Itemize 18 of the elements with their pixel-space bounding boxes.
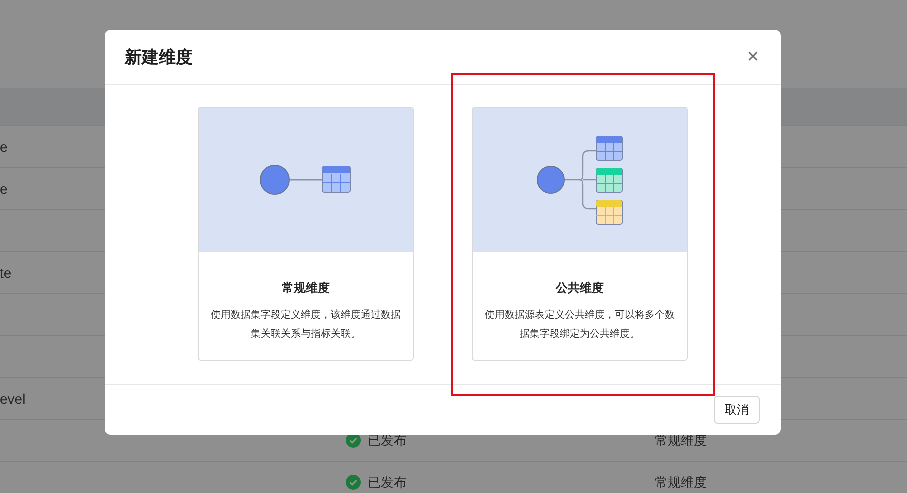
dialog-title: 新建维度 (125, 46, 193, 68)
close-button[interactable]: × (745, 47, 761, 67)
card-description: 使用数据集字段定义维度，该维度通过数据集关联关系与指标关联。 (210, 308, 402, 342)
option-card[interactable]: 公共维度 使用数据源表定义公共维度，可以将多个数据集字段绑定为公共维度。 (472, 107, 688, 361)
table-cell: e (0, 180, 8, 196)
card-title: 常规维度 (281, 280, 331, 297)
table-cell: e (0, 138, 8, 154)
table-cell: te (0, 264, 12, 280)
card-description: 使用数据源表定义公共维度，可以将多个数据集字段绑定为公共维度。 (484, 308, 676, 342)
table-cell-text: 常规维度 (655, 474, 707, 492)
status-text: 已发布 (368, 432, 407, 450)
check-circle-icon (346, 475, 361, 490)
status-text: 已发布 (368, 474, 407, 492)
table-cell: evel (0, 390, 26, 406)
cancel-button[interactable]: 取消 (714, 396, 760, 424)
option-card[interactable]: 常规维度 使用数据集字段定义维度，该维度通过数据集关联关系与指标关联。 (198, 107, 414, 361)
card-title: 公共维度 (554, 280, 605, 297)
table-cell-text: 常规维度 (655, 432, 707, 450)
